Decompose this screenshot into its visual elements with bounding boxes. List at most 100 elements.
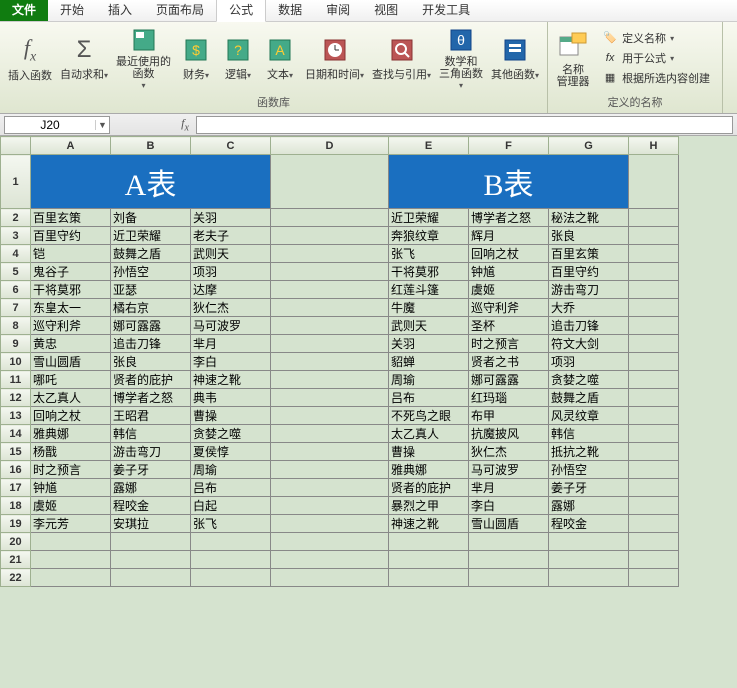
cell-G17[interactable]: 姜子牙 xyxy=(549,479,629,497)
cell-F21[interactable] xyxy=(469,551,549,569)
cell-C16[interactable]: 周瑜 xyxy=(191,461,271,479)
cell-G11[interactable]: 贪婪之噬 xyxy=(549,371,629,389)
cell-C18[interactable]: 白起 xyxy=(191,497,271,515)
cell-E14[interactable]: 太乙真人 xyxy=(389,425,469,443)
more-functions-button[interactable]: 其他函数▾ xyxy=(487,25,543,91)
cell-A6[interactable]: 干将莫邪 xyxy=(31,281,111,299)
cell-G22[interactable] xyxy=(549,569,629,587)
cell-A4[interactable]: 铠 xyxy=(31,245,111,263)
create-from-selection-button[interactable]: ▦根据所选内容创建 xyxy=(600,69,712,87)
cell-G8[interactable]: 追击刀锋 xyxy=(549,317,629,335)
cell-D11[interactable] xyxy=(271,371,389,389)
cell-B18[interactable]: 程咬金 xyxy=(111,497,191,515)
cell-F6[interactable]: 虞姬 xyxy=(469,281,549,299)
cell-B10[interactable]: 张良 xyxy=(111,353,191,371)
cell-E15[interactable]: 曹操 xyxy=(389,443,469,461)
financial-button[interactable]: $ 财务▾ xyxy=(175,25,217,91)
cell-B8[interactable]: 娜可露露 xyxy=(111,317,191,335)
cell-A3[interactable]: 百里守约 xyxy=(31,227,111,245)
cell-F5[interactable]: 钟馗 xyxy=(469,263,549,281)
row-header-8[interactable]: 8 xyxy=(1,317,31,335)
cell-C5[interactable]: 项羽 xyxy=(191,263,271,281)
cell-G4[interactable]: 百里玄策 xyxy=(549,245,629,263)
cell-A5[interactable]: 鬼谷子 xyxy=(31,263,111,281)
cell-G7[interactable]: 大乔 xyxy=(549,299,629,317)
cell-H5[interactable] xyxy=(629,263,679,281)
cell-B15[interactable]: 游击弯刀 xyxy=(111,443,191,461)
cell-B21[interactable] xyxy=(111,551,191,569)
cell-G18[interactable]: 露娜 xyxy=(549,497,629,515)
cell-A21[interactable] xyxy=(31,551,111,569)
cell-H16[interactable] xyxy=(629,461,679,479)
cell-C4[interactable]: 武则天 xyxy=(191,245,271,263)
cell-A8[interactable]: 巡守利斧 xyxy=(31,317,111,335)
cell-B19[interactable]: 安琪拉 xyxy=(111,515,191,533)
cell-B14[interactable]: 韩信 xyxy=(111,425,191,443)
cell-E3[interactable]: 奔狼纹章 xyxy=(389,227,469,245)
cell-H14[interactable] xyxy=(629,425,679,443)
cell-H8[interactable] xyxy=(629,317,679,335)
cell-H19[interactable] xyxy=(629,515,679,533)
cell-F19[interactable]: 雪山圆盾 xyxy=(469,515,549,533)
cell-G10[interactable]: 项羽 xyxy=(549,353,629,371)
cell-B11[interactable]: 贤者的庇护 xyxy=(111,371,191,389)
cell-E2[interactable]: 近卫荣耀 xyxy=(389,209,469,227)
cell-H10[interactable] xyxy=(629,353,679,371)
cell-H17[interactable] xyxy=(629,479,679,497)
cell-G14[interactable]: 韩信 xyxy=(549,425,629,443)
row-header-15[interactable]: 15 xyxy=(1,443,31,461)
cell-D4[interactable] xyxy=(271,245,389,263)
row-header-7[interactable]: 7 xyxy=(1,299,31,317)
row-header-9[interactable]: 9 xyxy=(1,335,31,353)
cell-C6[interactable]: 达摩 xyxy=(191,281,271,299)
cell-C3[interactable]: 老夫子 xyxy=(191,227,271,245)
cell-G3[interactable]: 张良 xyxy=(549,227,629,245)
cell-A7[interactable]: 东皇太一 xyxy=(31,299,111,317)
cell-B16[interactable]: 姜子牙 xyxy=(111,461,191,479)
cell-H7[interactable] xyxy=(629,299,679,317)
cell-H3[interactable] xyxy=(629,227,679,245)
math-button[interactable]: θ 数学和 三角函数▾ xyxy=(435,25,487,91)
cell-F15[interactable]: 狄仁杰 xyxy=(469,443,549,461)
cell-C20[interactable] xyxy=(191,533,271,551)
cell-F14[interactable]: 抗魔披风 xyxy=(469,425,549,443)
cell-H18[interactable] xyxy=(629,497,679,515)
cell-A13[interactable]: 回响之杖 xyxy=(31,407,111,425)
row-header-10[interactable]: 10 xyxy=(1,353,31,371)
cell-C13[interactable]: 曹操 xyxy=(191,407,271,425)
cell-H9[interactable] xyxy=(629,335,679,353)
cell-D10[interactable] xyxy=(271,353,389,371)
cell-E16[interactable]: 雅典娜 xyxy=(389,461,469,479)
cell-G9[interactable]: 符文大剑 xyxy=(549,335,629,353)
cell-E4[interactable]: 张飞 xyxy=(389,245,469,263)
cell-G2[interactable]: 秘法之靴 xyxy=(549,209,629,227)
cell-A18[interactable]: 虞姬 xyxy=(31,497,111,515)
insert-function-button[interactable]: fx 插入函数 xyxy=(4,25,56,91)
cell-H11[interactable] xyxy=(629,371,679,389)
row-header-16[interactable]: 16 xyxy=(1,461,31,479)
cell-E10[interactable]: 貂蝉 xyxy=(389,353,469,371)
cell-B12[interactable]: 博学者之怒 xyxy=(111,389,191,407)
cell-G19[interactable]: 程咬金 xyxy=(549,515,629,533)
cell-H1[interactable] xyxy=(629,155,679,209)
cell-G15[interactable]: 抵抗之靴 xyxy=(549,443,629,461)
cell-E18[interactable]: 暴烈之甲 xyxy=(389,497,469,515)
cell-B13[interactable]: 王昭君 xyxy=(111,407,191,425)
cell-F13[interactable]: 布甲 xyxy=(469,407,549,425)
cell-F12[interactable]: 红玛瑙 xyxy=(469,389,549,407)
cell-D21[interactable] xyxy=(271,551,389,569)
cell-B7[interactable]: 橘右京 xyxy=(111,299,191,317)
cell-H21[interactable] xyxy=(629,551,679,569)
cell-D20[interactable] xyxy=(271,533,389,551)
cell-A16[interactable]: 时之预言 xyxy=(31,461,111,479)
cell-C2[interactable]: 关羽 xyxy=(191,209,271,227)
tab-dev[interactable]: 开发工具 xyxy=(410,0,482,21)
row-header-14[interactable]: 14 xyxy=(1,425,31,443)
cell-B4[interactable]: 鼓舞之盾 xyxy=(111,245,191,263)
cell-F11[interactable]: 娜可露露 xyxy=(469,371,549,389)
logical-button[interactable]: ? 逻辑▾ xyxy=(217,25,259,91)
cell-F7[interactable]: 巡守利斧 xyxy=(469,299,549,317)
tab-home[interactable]: 开始 xyxy=(48,0,96,21)
sheet-area[interactable]: ABCDEFGH1A表B表2百里玄策刘备关羽近卫荣耀博学者之怒秘法之靴3百里守约… xyxy=(0,136,737,688)
cell-E6[interactable]: 红莲斗篷 xyxy=(389,281,469,299)
